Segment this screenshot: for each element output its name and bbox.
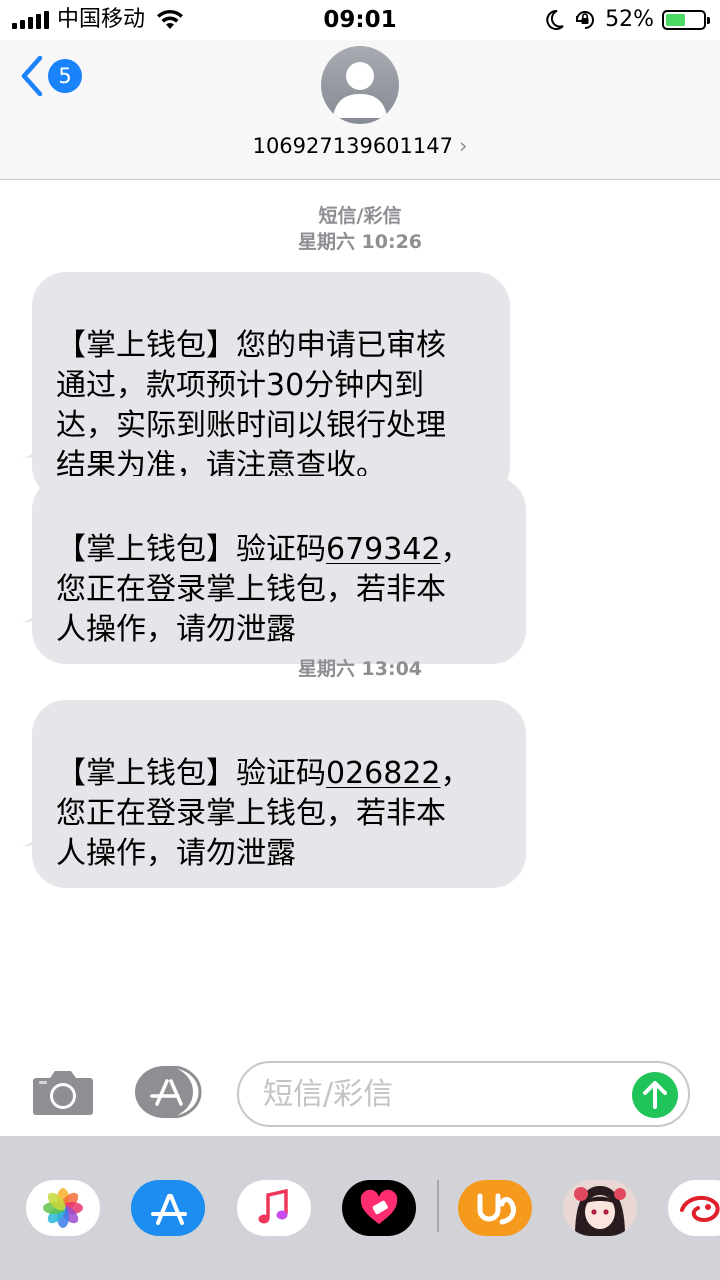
uc-browser-icon[interactable] xyxy=(458,1180,532,1236)
arrow-up-icon xyxy=(643,1081,667,1109)
service-label: 短信/彩信 xyxy=(318,205,402,227)
conversation-header: 5 106927139601147 › xyxy=(0,40,720,180)
message-input[interactable]: 短信/彩信 xyxy=(237,1061,690,1127)
music-app-icon[interactable] xyxy=(237,1180,311,1236)
bubble-tail xyxy=(22,432,52,458)
contact-number[interactable]: 106927139601147 › xyxy=(0,132,720,160)
chevron-left-icon xyxy=(21,56,43,96)
send-button[interactable] xyxy=(632,1072,678,1118)
message-meta: 星期六 13:04 xyxy=(0,656,720,682)
heart-app-icon[interactable] xyxy=(342,1180,416,1236)
anime-sticker-icon[interactable] xyxy=(563,1180,637,1236)
message-bubble[interactable]: 【掌上钱包】验证码679342， 您正在登录掌上钱包，若非本 人操作，请勿泄露 xyxy=(32,476,526,664)
message-text: 【掌上钱包】您的申请已审核 通过，款项预计30分钟内到 达，实际到账时间以银行处… xyxy=(56,328,446,483)
battery-percent: 52% xyxy=(605,7,654,32)
message-bubble[interactable]: 【掌上钱包】您的申请已审核 通过，款项预计30分钟内到 达，实际到账时间以银行处… xyxy=(32,272,510,500)
verification-code-link[interactable]: 679342 xyxy=(326,532,441,567)
battery-level xyxy=(666,14,685,26)
chevron-right-icon: › xyxy=(459,134,468,158)
status-bar: 中国移动 09:01 52% xyxy=(0,0,720,40)
bubble-tail xyxy=(22,820,52,846)
timestamp-label: 星期六 13:04 xyxy=(297,658,423,680)
app-store-icon[interactable] xyxy=(131,1180,205,1236)
back-button[interactable]: 5 xyxy=(20,56,82,96)
contact-avatar[interactable] xyxy=(321,46,399,124)
sticker-app-icon[interactable] xyxy=(668,1180,720,1236)
photos-app-icon[interactable] xyxy=(26,1180,100,1236)
bubble-tail xyxy=(22,596,52,622)
message-bubble[interactable]: 【掌上钱包】验证码026822， 您正在登录掌上钱包，若非本 人操作，请勿泄露 xyxy=(32,700,526,888)
person-icon xyxy=(333,62,387,118)
rotation-lock-icon xyxy=(576,11,595,29)
camera-button[interactable] xyxy=(32,1068,94,1116)
battery-icon xyxy=(662,10,710,30)
message-meta: 短信/彩信 星期六 10:26 xyxy=(0,203,720,255)
unread-badge: 5 xyxy=(48,59,82,93)
message-text: 【掌上钱包】验证码 xyxy=(56,756,326,791)
drawer-divider xyxy=(437,1180,439,1232)
timestamp-label: 星期六 10:26 xyxy=(297,231,423,253)
verification-code-link[interactable]: 026822 xyxy=(326,756,441,791)
moon-icon xyxy=(546,9,564,30)
message-input-placeholder: 短信/彩信 xyxy=(263,1077,394,1112)
app-store-button[interactable] xyxy=(134,1066,202,1118)
message-text: 【掌上钱包】验证码 xyxy=(56,532,326,567)
